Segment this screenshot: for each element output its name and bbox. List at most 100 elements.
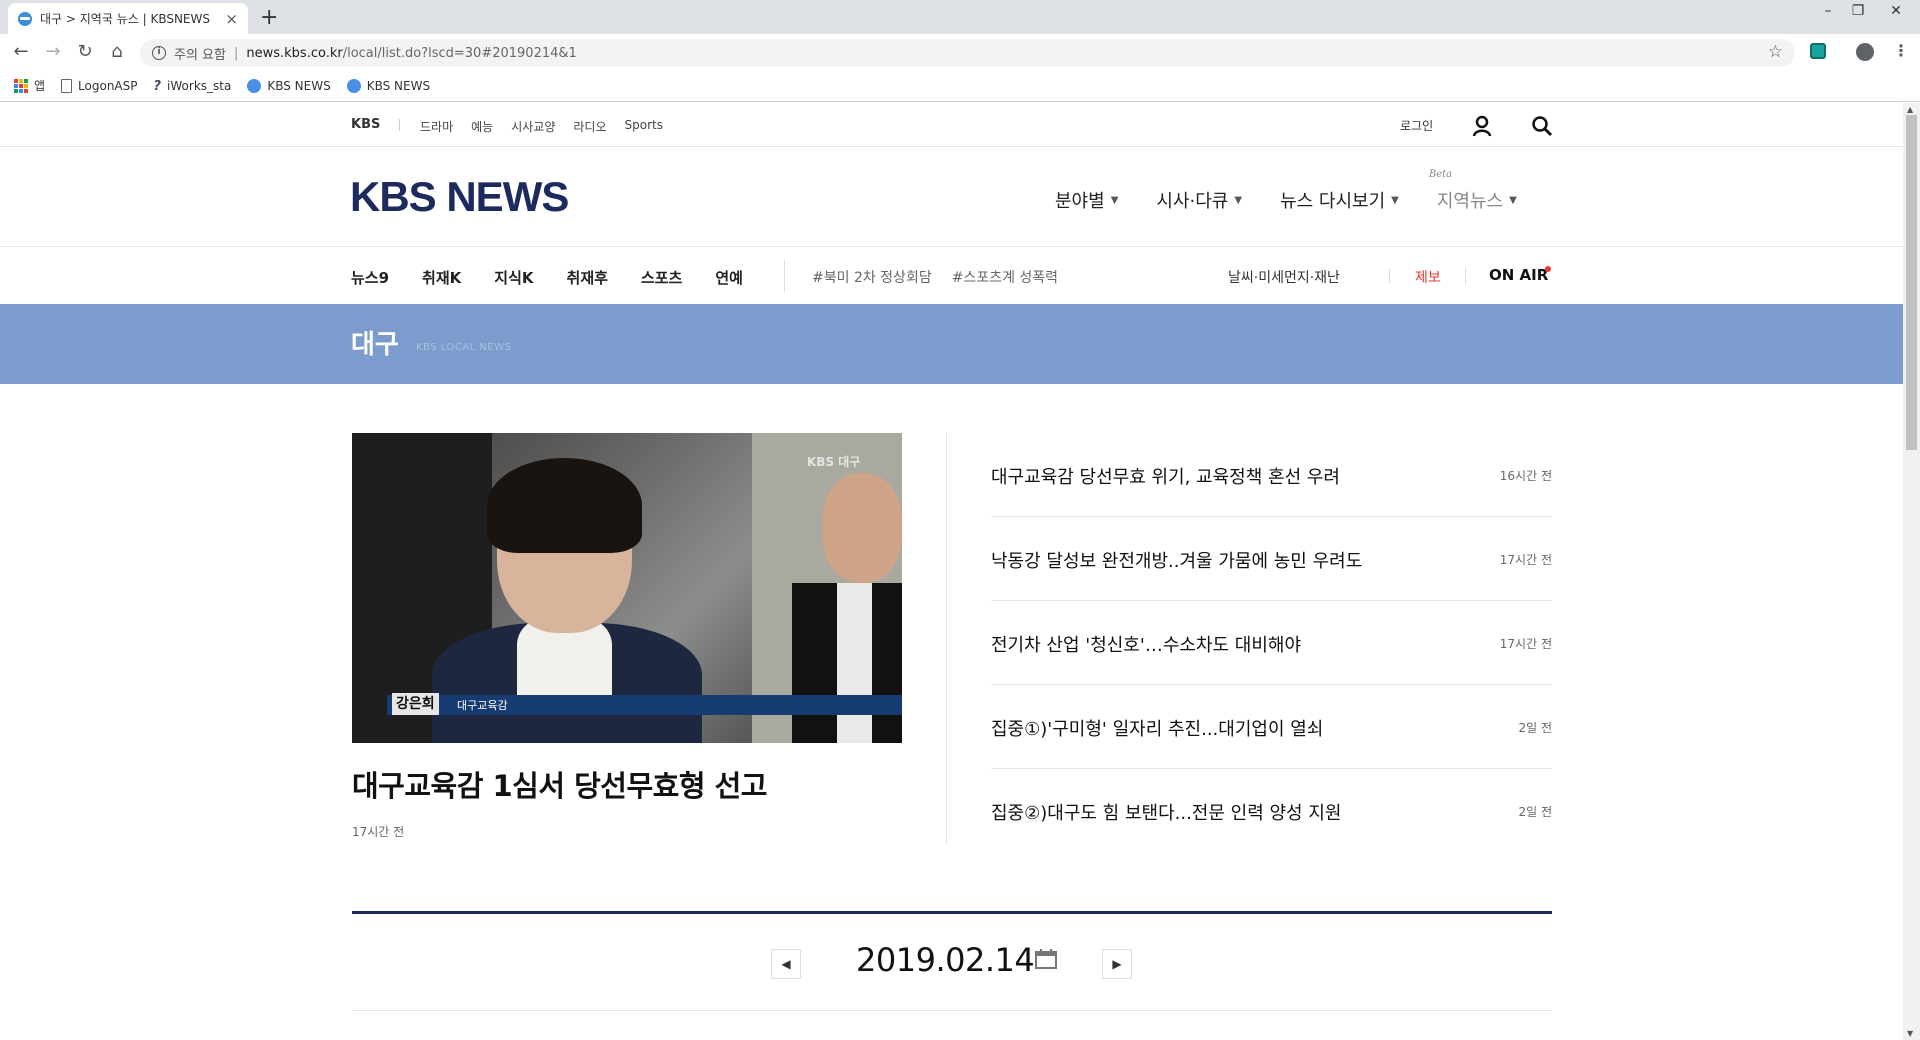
tab-title: 대구 > 지역국 뉴스 | KBSNEWS (40, 12, 210, 26)
info-icon[interactable]: i (152, 46, 166, 60)
profile-icon[interactable] (1856, 43, 1874, 61)
hashtag-link[interactable]: #북미 2차 정상회담 (812, 267, 932, 287)
lead-news-title[interactable]: 대구교육감 1심서 당선무효형 선고 (352, 763, 768, 805)
news-time: 17시간 전 (1499, 553, 1552, 567)
news-time: 17시간 전 (1499, 637, 1552, 651)
previous-date-button[interactable]: ◀ (771, 949, 801, 979)
reload-icon[interactable]: ↻ (73, 41, 97, 65)
bookmark-kbs-news[interactable]: KBS NEWS (346, 78, 431, 93)
subnav-item[interactable]: 뉴스9 (351, 267, 389, 288)
news-headline[interactable]: 집중①)'구미형' 일자리 추진...대기업이 열쇠 (991, 715, 1323, 741)
news-headline[interactable]: 집중②)대구도 힘 보탠다...전문 인력 양성 지원 (991, 799, 1341, 825)
kbs-home-link[interactable]: KBS (351, 117, 380, 132)
news-item[interactable]: 전기차 산업 '청신호'…수소차도 대비해야 17시간 전 (991, 601, 1552, 685)
back-icon[interactable]: ← (9, 41, 33, 65)
new-tab-button[interactable]: + (260, 5, 278, 30)
caption-title: 대구교육감 (457, 699, 508, 712)
category-link[interactable]: Sports (625, 118, 663, 135)
nav-label: 시사·다큐 (1156, 191, 1229, 212)
image-person (822, 473, 902, 583)
bookmark-iworks[interactable]: ? iWorks_sta (153, 78, 232, 94)
hashtag-links: #북미 2차 정상회담 #스포츠계 성폭력 (812, 267, 1078, 287)
subnav-item[interactable]: 취재K (422, 267, 461, 288)
address-bar[interactable]: i 주의 요함 | news.kbs.co.kr/local/list.do?l… (140, 39, 1795, 67)
caret-down-icon: ▼ (1110, 194, 1119, 206)
nav-label: 뉴스 다시보기 (1280, 191, 1386, 212)
news-time: 16시간 전 (1499, 469, 1552, 483)
login-link[interactable]: 로그인 (1400, 117, 1433, 134)
subnav-item[interactable]: 연예 (715, 267, 743, 288)
page-scrollbar[interactable]: ▲ ▼ (1903, 103, 1920, 1040)
beta-badge: Beta (1428, 169, 1453, 180)
caret-down-icon: ▼ (1234, 194, 1243, 206)
divider (352, 1010, 1552, 1011)
on-air-link[interactable]: ON AIR (1489, 266, 1548, 284)
news-item[interactable]: 집중①)'구미형' 일자리 추진...대기업이 열쇠 2일 전 (991, 685, 1552, 769)
kbs-news-logo[interactable]: KBS NEWS (350, 173, 569, 221)
apps-icon (14, 78, 28, 93)
subnav-item[interactable]: 지식K (494, 267, 533, 288)
news-headline[interactable]: 전기차 산업 '청신호'…수소차도 대비해야 (991, 631, 1301, 657)
column-divider (946, 433, 947, 845)
nav-label: 분야별 (1055, 191, 1105, 212)
extension-icon[interactable] (1810, 43, 1826, 59)
iworks-icon: ? (153, 78, 162, 94)
home-icon[interactable]: ⌂ (105, 41, 129, 65)
bookmark-label: KBS NEWS (366, 78, 431, 93)
caption-name: 강은희 (392, 693, 439, 715)
kbs-top-strip: KBS 드라마 예능 시사교양 라디오 Sports 로그인 (0, 103, 1903, 147)
weather-link[interactable]: 날씨·미세먼지·재난 (1228, 267, 1340, 287)
category-link[interactable]: 예능 (471, 118, 493, 135)
divider (784, 260, 785, 292)
url-separator: | (233, 45, 239, 61)
category-link[interactable]: 시사교양 (511, 118, 555, 135)
category-link[interactable]: 라디오 (573, 118, 606, 135)
nav-label: 지역뉴스 (1436, 191, 1504, 212)
lead-news-image[interactable]: KBS 대구 강은희 대구교육감 (352, 433, 902, 743)
next-date-button[interactable]: ▶ (1102, 949, 1132, 979)
news-item[interactable]: 낙동강 달성보 완전개방..겨울 가뭄에 농민 우려도 17시간 전 (991, 517, 1552, 601)
region-subtitle: KBS LOCAL NEWS (416, 342, 512, 353)
scroll-up-icon[interactable]: ▲ (1907, 105, 1913, 114)
close-tab-icon[interactable]: × (225, 10, 238, 28)
news-item[interactable]: 대구교육감 당선무효 위기, 교육정책 혼선 우려 16시간 전 (991, 433, 1552, 517)
news-time: 2일 전 (1518, 721, 1552, 735)
browser-menu-icon[interactable]: ⋮ (1893, 41, 1909, 60)
document-icon (61, 78, 73, 93)
image-person (837, 583, 872, 743)
bookmark-kbs-news[interactable]: KBS NEWS (247, 78, 331, 93)
subnav-item[interactable]: 스포츠 (641, 267, 682, 288)
report-link[interactable]: 제보 (1415, 267, 1441, 287)
browser-tab[interactable]: 대구 > 지역국 뉴스 | KBSNEWS × (8, 3, 248, 34)
restore-icon[interactable]: ❐ (1838, 0, 1878, 28)
nav-local-news[interactable]: Beta 지역뉴스 ▼ (1429, 169, 1517, 213)
news-item[interactable]: 집중②)대구도 힘 보탠다...전문 인력 양성 지원 2일 전 (991, 769, 1552, 853)
user-icon[interactable] (1472, 115, 1492, 137)
search-icon[interactable] (1531, 115, 1553, 137)
news-headline[interactable]: 대구교육감 당선무효 위기, 교육정책 혼선 우려 (991, 463, 1340, 489)
bookmark-apps[interactable]: 앱 (14, 77, 45, 94)
scroll-down-icon[interactable]: ▼ (1907, 1029, 1913, 1038)
bookmark-logonasp[interactable]: LogonASP (61, 78, 138, 93)
nav-current-affairs[interactable]: 시사·다큐 ▼ (1156, 187, 1242, 213)
forward-icon[interactable]: → (41, 41, 65, 65)
security-warning: 주의 요함 (174, 47, 226, 63)
hashtag-link[interactable]: #스포츠계 성폭력 (952, 267, 1058, 287)
scrollbar-thumb[interactable] (1906, 115, 1917, 450)
news-headline[interactable]: 낙동강 달성보 완전개방..겨울 가뭄에 농민 우려도 (991, 547, 1362, 573)
bookmark-star-icon[interactable]: ☆ (1768, 42, 1783, 62)
caret-down-icon: ▼ (1391, 194, 1399, 206)
main-nav: 분야별 ▼ 시사·다큐 ▼ 뉴스 다시보기 ▼ Beta 지역뉴스 ▼ (1055, 169, 1517, 213)
close-window-icon[interactable]: ✕ (1876, 0, 1916, 28)
date-section-rule (352, 911, 1552, 914)
sub-nav: 뉴스9 취재K 지식K 취재후 스포츠 연예 #북미 2차 정상회담 #스포츠계… (0, 248, 1903, 304)
category-link[interactable]: 드라마 (420, 118, 453, 135)
web-page: KBS 드라마 예능 시사교양 라디오 Sports 로그인 KBS NEWS … (0, 103, 1903, 1040)
calendar-icon[interactable] (1034, 948, 1058, 970)
subnav-item[interactable]: 취재후 (567, 267, 608, 288)
nav-category[interactable]: 분야별 ▼ (1055, 187, 1118, 213)
nav-news-replay[interactable]: 뉴스 다시보기 ▼ (1280, 187, 1399, 213)
bookmarks-bar: 앱 LogonASP ? iWorks_sta KBS NEWS KBS NEW… (0, 70, 1920, 102)
current-date: 2019.02.14 (856, 941, 1035, 979)
divider (399, 119, 400, 131)
